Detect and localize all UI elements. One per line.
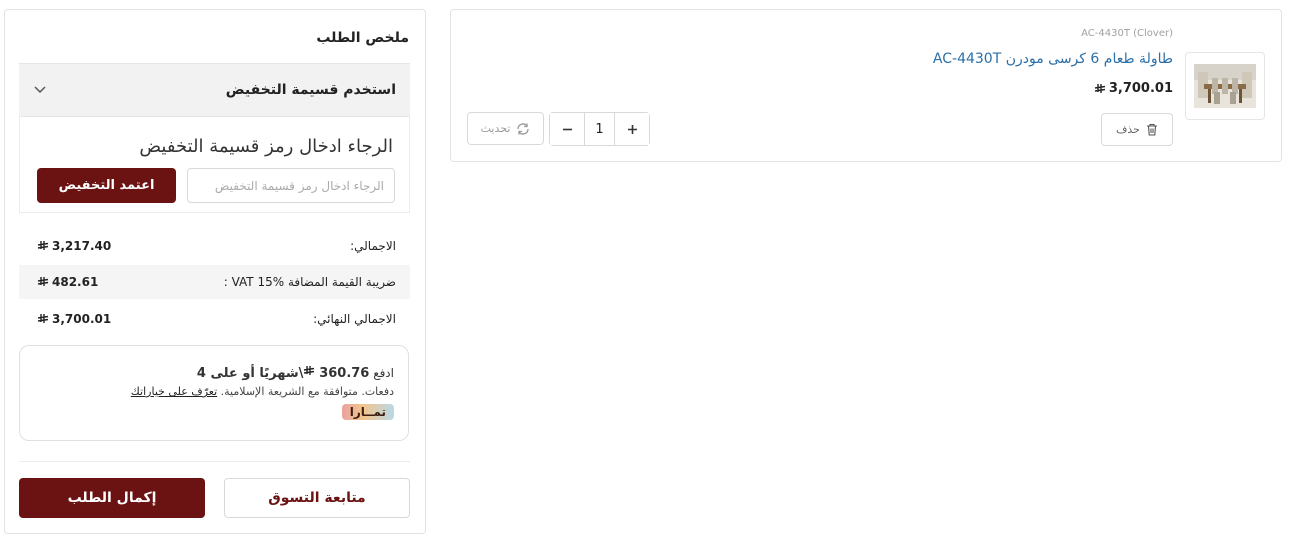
final-total-value: 3,700.01 bbox=[52, 312, 112, 326]
delete-item-button[interactable]: حذف bbox=[1101, 113, 1173, 146]
final-total-label: الاجمالي النهائي: bbox=[313, 312, 396, 326]
decrement-button[interactable] bbox=[550, 113, 584, 145]
subtotal-label: الاجمالي: bbox=[350, 239, 396, 253]
riyal-icon bbox=[37, 314, 49, 323]
refresh-label: تحديث bbox=[480, 122, 511, 135]
dining-table-photo-icon bbox=[1194, 64, 1256, 108]
cart-item-card: AC-4430T (Clover) طاولة طعام 6 كرسى مودر… bbox=[450, 9, 1282, 162]
subtotal-value: 3,217.40 bbox=[52, 239, 112, 253]
item-price: 3,700.01 bbox=[1094, 81, 1173, 96]
tamara-logo: تمــارا bbox=[341, 404, 394, 420]
plus-icon bbox=[627, 124, 637, 134]
coupon-heading: الرجاء ادخال رمز قسيمة التخفيض bbox=[139, 136, 393, 157]
subtotal-amount: 3,217.40 bbox=[37, 239, 111, 253]
apply-coupon-button[interactable]: اعتمد التخفيض bbox=[37, 168, 176, 203]
tamara-details-text: دفعات. متوافقة مع الشريعة الإسلامية. bbox=[220, 385, 394, 398]
riyal-icon bbox=[304, 366, 315, 375]
summary-title: ملخص الطلب bbox=[316, 30, 409, 46]
tamara-offer-line: ادفع 360.76 \شهريًا أو على 4 bbox=[34, 364, 394, 383]
order-summary-panel: ملخص الطلب استخدم قسيمة التخفيض الرجاء ا… bbox=[4, 9, 426, 534]
chevron-down-icon bbox=[34, 86, 46, 94]
divider bbox=[19, 461, 410, 462]
refresh-cart-button[interactable]: تحديث bbox=[467, 112, 544, 145]
tamara-installments-widget: ادفع 360.76 \شهريًا أو على 4 دفعات. متوا… bbox=[19, 345, 409, 441]
coupon-code-input[interactable] bbox=[187, 168, 395, 203]
coupon-toggle-label: استخدم قسيمة التخفيض bbox=[225, 82, 396, 98]
riyal-icon bbox=[37, 277, 49, 286]
vat-amount: 482.61 bbox=[37, 275, 98, 289]
riyal-icon bbox=[1094, 83, 1105, 93]
minus-icon bbox=[562, 128, 572, 130]
tamara-details-line: دفعات. متوافقة مع الشريعة الإسلامية. تعر… bbox=[34, 383, 394, 401]
item-price-value: 3,700.01 bbox=[1108, 81, 1173, 96]
quantity-value[interactable]: 1 bbox=[584, 113, 615, 145]
product-sku: AC-4430T (Clover) bbox=[1081, 28, 1173, 39]
quantity-stepper: 1 bbox=[549, 112, 650, 146]
coupon-accordion-toggle[interactable]: استخدم قسيمة التخفيض bbox=[19, 63, 410, 117]
coupon-form: الرجاء ادخال رمز قسيمة التخفيض اعتمد الت… bbox=[19, 117, 410, 213]
refresh-icon bbox=[517, 122, 530, 135]
delete-label: حذف bbox=[1116, 123, 1140, 136]
tamara-learn-more-link[interactable]: تعرّف على خياراتك bbox=[131, 385, 217, 398]
subtotal-row: الاجمالي: 3,217.40 bbox=[19, 229, 410, 263]
increment-button[interactable] bbox=[615, 113, 649, 145]
riyal-icon bbox=[37, 241, 49, 250]
final-total-row: الاجمالي النهائي: 3,700.01 bbox=[19, 302, 410, 336]
trash-icon bbox=[1146, 123, 1157, 136]
vat-value: 482.61 bbox=[52, 275, 99, 289]
vat-label: ضريبة القيمة المضافة %15 VAT : bbox=[223, 275, 396, 289]
checkout-button[interactable]: إكمال الطلب bbox=[19, 478, 205, 518]
continue-shopping-button[interactable]: متابعة التسوق bbox=[224, 478, 410, 518]
tamara-amount: 360.76 bbox=[319, 366, 370, 381]
product-title-link[interactable]: طاولة طعام 6 كرسى مودرن AC-4430T bbox=[933, 51, 1173, 67]
tamara-prefix: ادفع bbox=[373, 366, 394, 380]
vat-row: ضريبة القيمة المضافة %15 VAT : 482.61 bbox=[19, 265, 410, 299]
final-total-amount: 3,700.01 bbox=[37, 312, 111, 326]
tamara-suffix: \شهريًا أو على 4 bbox=[196, 366, 304, 381]
product-thumbnail[interactable] bbox=[1185, 52, 1265, 120]
